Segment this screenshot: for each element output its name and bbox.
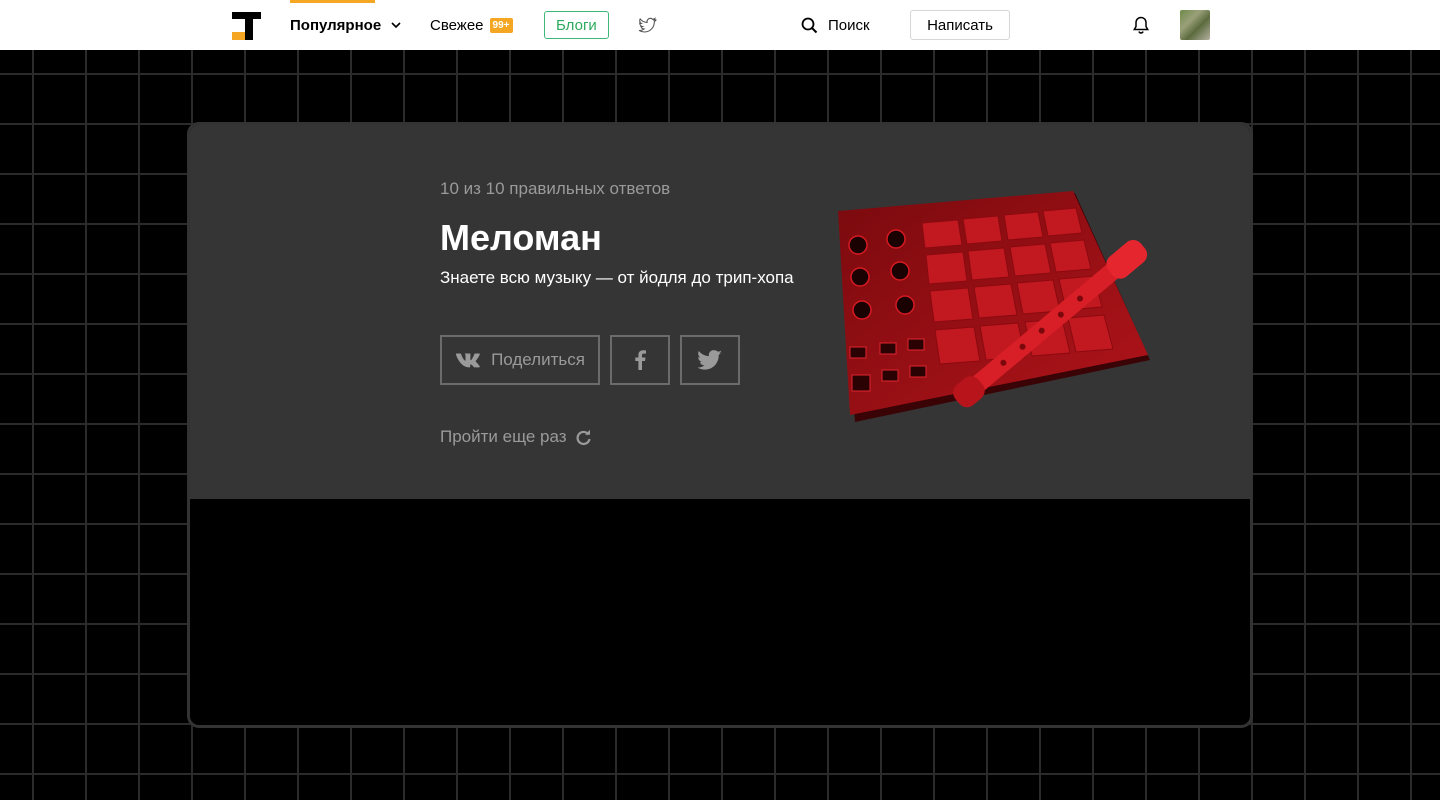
bell-icon[interactable] [1131, 15, 1151, 35]
result-subtitle: Знаете всю музыку — от йодля до трип-хоп… [440, 268, 794, 287]
quiz-result-panel: 10 из 10 правильных ответов Меломан Знае… [190, 125, 1250, 499]
drum-machine-illustration [838, 191, 1150, 422]
search-icon [801, 17, 818, 33]
result-title: Меломан [440, 217, 602, 258]
twitter-icon [698, 350, 722, 370]
search-button[interactable]: Поиск [801, 0, 870, 50]
fresh-count-badge: 99+ [489, 17, 513, 33]
retry-quiz-link[interactable]: Пройти еще раз [440, 427, 592, 447]
top-bar: Популярное Свежее 99+ Блоги Поиск Написа… [0, 0, 1440, 50]
vk-icon [456, 353, 480, 368]
chevron-down-icon [391, 22, 401, 29]
share-facebook-button[interactable] [610, 335, 670, 385]
refresh-icon [576, 429, 591, 445]
nav-popular-label: Популярное [290, 16, 382, 34]
facebook-icon [635, 350, 646, 370]
twitter-icon[interactable] [637, 15, 657, 35]
share-vk-label: Поделиться [491, 350, 585, 369]
nav-fresh[interactable]: Свежее 99+ [430, 0, 513, 50]
share-twitter-button[interactable] [680, 335, 740, 385]
user-avatar[interactable] [1180, 10, 1210, 40]
write-button[interactable]: Написать [910, 10, 1010, 40]
score-text: 10 из 10 правильных ответов [440, 179, 671, 198]
search-label: Поиск [828, 16, 870, 34]
tj-logo-icon[interactable] [230, 10, 262, 42]
retry-label: Пройти еще раз [440, 427, 567, 446]
share-vk-button[interactable]: Поделиться [440, 335, 600, 385]
nav-popular[interactable]: Популярное [290, 0, 403, 50]
nav-fresh-label: Свежее [430, 16, 484, 34]
active-tab-indicator [290, 0, 375, 3]
blogs-button[interactable]: Блоги [544, 11, 609, 39]
quiz-result-card: 10 из 10 правильных ответов Меломан Знае… [187, 122, 1253, 728]
